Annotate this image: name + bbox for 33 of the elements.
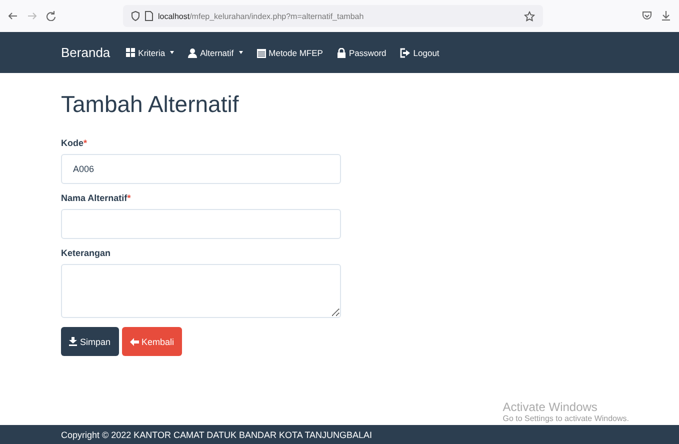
bookmark-star-icon[interactable]	[524, 10, 535, 22]
field-label: Keterangan	[61, 248, 112, 258]
pocket-icon[interactable]	[642, 11, 652, 21]
text-field[interactable]	[61, 209, 341, 239]
reload-icon[interactable]	[46, 11, 56, 21]
address-bar[interactable]: localhost/mfep_kelurahan/index.php?m=alternatif_tambah	[123, 5, 543, 27]
logout-icon	[400, 48, 410, 58]
page-title: Tambah Alternatif	[61, 91, 240, 118]
nav-link[interactable]: Metode MFEP	[256, 48, 323, 58]
page-icon	[145, 11, 153, 21]
text-field[interactable]: A006	[61, 154, 341, 184]
calendar-icon	[256, 48, 266, 58]
brand-link[interactable]: Beranda	[61, 45, 110, 60]
grid-icon	[126, 48, 136, 57]
copyright-text: Copyright © 2022 KANTOR CAMAT DATUK BANDAR KOTA TANJUNGBALAI	[61, 430, 372, 440]
url-text: localhost/mfep_kelurahan/index.php?m=alternatif_tambah	[158, 12, 364, 20]
download-icon	[69, 337, 77, 346]
activation-notice-text: Go to Settings to activate Windows.	[502, 414, 629, 423]
back-button[interactable]: Kembali	[122, 327, 182, 356]
nav-link[interactable]: Password	[336, 48, 386, 58]
nav-link[interactable]: Kriteria	[126, 48, 174, 58]
download-icon[interactable]	[661, 11, 671, 21]
field-label: Kode*	[61, 138, 88, 148]
save-button[interactable]: Simpan	[61, 327, 119, 356]
activation-notice-title: Activate Windows	[502, 400, 598, 414]
arrow-left-icon	[130, 338, 139, 346]
user-icon	[188, 48, 198, 58]
nav-link[interactable]: Alternatif	[188, 48, 243, 58]
shield-icon	[131, 11, 140, 21]
back-icon[interactable]	[8, 11, 18, 21]
nav-link[interactable]: Logout	[400, 48, 440, 58]
lock-icon	[336, 48, 346, 58]
field-label: Nama Alternatif*	[61, 193, 132, 203]
